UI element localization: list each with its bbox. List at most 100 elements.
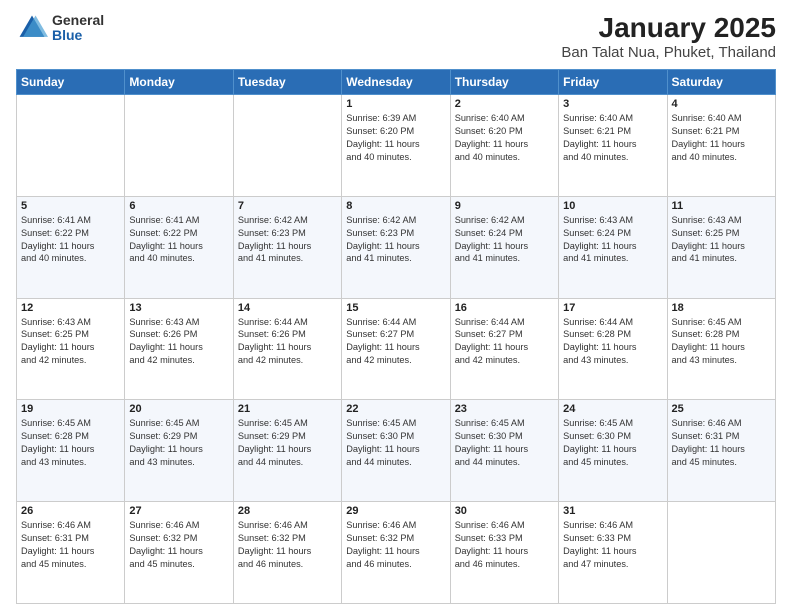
day-info: Sunrise: 6:44 AMSunset: 6:27 PMDaylight:… <box>455 316 554 368</box>
day-info: Sunrise: 6:45 AMSunset: 6:28 PMDaylight:… <box>21 417 120 469</box>
day-number: 24 <box>563 403 662 415</box>
col-header-sunday: Sunday <box>17 70 125 95</box>
calendar-cell: 29 Sunrise: 6:46 AMSunset: 6:32 PMDayligh… <box>342 502 450 604</box>
calendar-cell: 15Sunrise: 6:44 AMSunset: 6:27 PMDayligh… <box>342 298 450 400</box>
day-info: Sunrise: 6:46 AMSunset: 6:32 PMDaylight:… <box>129 519 228 571</box>
calendar-cell: 5 Sunrise: 6:41 AMSunset: 6:22 PMDaylight… <box>17 196 125 298</box>
calendar-cell: 24 Sunrise: 6:45 AMSunset: 6:30 PMDayligh… <box>559 400 667 502</box>
calendar-cell: 4 Sunrise: 6:40 AMSunset: 6:21 PMDaylight… <box>667 95 775 197</box>
day-info: Sunrise: 6:46 AMSunset: 6:31 PMDaylight:… <box>672 417 771 469</box>
calendar-cell: 13 Sunrise: 6:43 AMSunset: 6:26 PMDayligh… <box>125 298 233 400</box>
calendar-cell: 21 Sunrise: 6:45 AMSunset: 6:29 PMDayligh… <box>233 400 341 502</box>
calendar-cell: 19 Sunrise: 6:45 AMSunset: 6:28 PMDayligh… <box>17 400 125 502</box>
day-number: 1 <box>346 98 445 110</box>
day-info: Sunrise: 6:45 AMSunset: 6:29 PMDaylight:… <box>238 417 337 469</box>
page: General Blue January 2025 Ban Talat Nua,… <box>0 0 792 612</box>
day-number: 2 <box>455 98 554 110</box>
day-number: 22 <box>346 403 445 415</box>
calendar-cell: 16 Sunrise: 6:44 AMSunset: 6:27 PMDayligh… <box>450 298 558 400</box>
day-number: 28 <box>238 505 337 517</box>
header: General Blue January 2025 Ban Talat Nua,… <box>16 12 776 61</box>
day-number: 23 <box>455 403 554 415</box>
calendar-cell: 3Sunrise: 6:40 AMSunset: 6:21 PMDaylight… <box>559 95 667 197</box>
calendar-table: SundayMondayTuesdayWednesdayThursdayFrid… <box>16 69 776 604</box>
calendar-cell: 25 Sunrise: 6:46 AMSunset: 6:31 PMDayligh… <box>667 400 775 502</box>
logo-text: General Blue <box>52 13 104 44</box>
day-number: 14 <box>238 302 337 314</box>
calendar-cell: 26Sunrise: 6:46 AMSunset: 6:31 PMDayligh… <box>17 502 125 604</box>
day-number: 4 <box>672 98 771 110</box>
day-number: 30 <box>455 505 554 517</box>
day-number: 21 <box>238 403 337 415</box>
day-info: Sunrise: 6:46 AMSunset: 6:33 PMDaylight:… <box>455 519 554 571</box>
day-number: 5 <box>21 200 120 212</box>
day-number: 29 <box>346 505 445 517</box>
calendar-cell: 12Sunrise: 6:43 AMSunset: 6:25 PMDayligh… <box>17 298 125 400</box>
calendar-cell: 1 Sunrise: 6:39 AMSunset: 6:20 PMDaylight… <box>342 95 450 197</box>
calendar-cell: 2 Sunrise: 6:40 AMSunset: 6:20 PMDaylight… <box>450 95 558 197</box>
col-header-wednesday: Wednesday <box>342 70 450 95</box>
day-number: 13 <box>129 302 228 314</box>
col-header-friday: Friday <box>559 70 667 95</box>
logo: General Blue <box>16 12 104 44</box>
day-info: Sunrise: 6:40 AMSunset: 6:21 PMDaylight:… <box>563 112 662 164</box>
day-info: Sunrise: 6:45 AMSunset: 6:30 PMDaylight:… <box>346 417 445 469</box>
day-info: Sunrise: 6:39 AMSunset: 6:20 PMDaylight:… <box>346 112 445 164</box>
day-info: Sunrise: 6:46 AMSunset: 6:32 PMDaylight:… <box>346 519 445 571</box>
day-number: 17 <box>563 302 662 314</box>
day-number: 11 <box>672 200 771 212</box>
calendar-week-3: 12Sunrise: 6:43 AMSunset: 6:25 PMDayligh… <box>17 298 776 400</box>
day-info: Sunrise: 6:43 AMSunset: 6:26 PMDaylight:… <box>129 316 228 368</box>
calendar-cell: 10 Sunrise: 6:43 AMSunset: 6:24 PMDayligh… <box>559 196 667 298</box>
calendar-cell: 18 Sunrise: 6:45 AMSunset: 6:28 PMDayligh… <box>667 298 775 400</box>
day-info: Sunrise: 6:40 AMSunset: 6:20 PMDaylight:… <box>455 112 554 164</box>
calendar-week-2: 5 Sunrise: 6:41 AMSunset: 6:22 PMDaylight… <box>17 196 776 298</box>
calendar-cell: 8Sunrise: 6:42 AMSunset: 6:23 PMDaylight… <box>342 196 450 298</box>
calendar-cell: 7Sunrise: 6:42 AMSunset: 6:23 PMDaylight… <box>233 196 341 298</box>
calendar-cell: 9 Sunrise: 6:42 AMSunset: 6:24 PMDaylight… <box>450 196 558 298</box>
logo-general-text: General <box>52 13 104 28</box>
calendar-week-5: 26Sunrise: 6:46 AMSunset: 6:31 PMDayligh… <box>17 502 776 604</box>
calendar-cell <box>125 95 233 197</box>
day-number: 9 <box>455 200 554 212</box>
day-info: Sunrise: 6:40 AMSunset: 6:21 PMDaylight:… <box>672 112 771 164</box>
calendar-cell <box>17 95 125 197</box>
calendar-cell: 17 Sunrise: 6:44 AMSunset: 6:28 PMDayligh… <box>559 298 667 400</box>
day-number: 7 <box>238 200 337 212</box>
day-info: Sunrise: 6:45 AMSunset: 6:30 PMDaylight:… <box>563 417 662 469</box>
sub-title: Ban Talat Nua, Phuket, Thailand <box>561 44 776 61</box>
day-number: 19 <box>21 403 120 415</box>
calendar-cell: 31Sunrise: 6:46 AMSunset: 6:33 PMDayligh… <box>559 502 667 604</box>
main-title: January 2025 <box>561 12 776 44</box>
title-block: January 2025 Ban Talat Nua, Phuket, Thai… <box>561 12 776 61</box>
col-header-monday: Monday <box>125 70 233 95</box>
day-number: 26 <box>21 505 120 517</box>
calendar-cell <box>667 502 775 604</box>
day-info: Sunrise: 6:42 AMSunset: 6:23 PMDaylight:… <box>346 214 445 266</box>
day-number: 16 <box>455 302 554 314</box>
day-number: 25 <box>672 403 771 415</box>
day-number: 27 <box>129 505 228 517</box>
calendar-header-row: SundayMondayTuesdayWednesdayThursdayFrid… <box>17 70 776 95</box>
calendar-cell: 20Sunrise: 6:45 AMSunset: 6:29 PMDayligh… <box>125 400 233 502</box>
day-number: 6 <box>129 200 228 212</box>
day-info: Sunrise: 6:44 AMSunset: 6:27 PMDaylight:… <box>346 316 445 368</box>
day-info: Sunrise: 6:43 AMSunset: 6:24 PMDaylight:… <box>563 214 662 266</box>
day-info: Sunrise: 6:41 AMSunset: 6:22 PMDaylight:… <box>21 214 120 266</box>
col-header-thursday: Thursday <box>450 70 558 95</box>
day-info: Sunrise: 6:44 AMSunset: 6:28 PMDaylight:… <box>563 316 662 368</box>
day-number: 18 <box>672 302 771 314</box>
day-info: Sunrise: 6:43 AMSunset: 6:25 PMDaylight:… <box>672 214 771 266</box>
day-number: 20 <box>129 403 228 415</box>
day-info: Sunrise: 6:45 AMSunset: 6:28 PMDaylight:… <box>672 316 771 368</box>
calendar-week-1: 1 Sunrise: 6:39 AMSunset: 6:20 PMDaylight… <box>17 95 776 197</box>
day-info: Sunrise: 6:46 AMSunset: 6:33 PMDaylight:… <box>563 519 662 571</box>
logo-icon <box>16 12 48 44</box>
day-info: Sunrise: 6:44 AMSunset: 6:26 PMDaylight:… <box>238 316 337 368</box>
day-number: 10 <box>563 200 662 212</box>
calendar-week-4: 19 Sunrise: 6:45 AMSunset: 6:28 PMDayligh… <box>17 400 776 502</box>
day-info: Sunrise: 6:42 AMSunset: 6:24 PMDaylight:… <box>455 214 554 266</box>
day-info: Sunrise: 6:46 AMSunset: 6:32 PMDaylight:… <box>238 519 337 571</box>
col-header-tuesday: Tuesday <box>233 70 341 95</box>
day-info: Sunrise: 6:41 AMSunset: 6:22 PMDaylight:… <box>129 214 228 266</box>
